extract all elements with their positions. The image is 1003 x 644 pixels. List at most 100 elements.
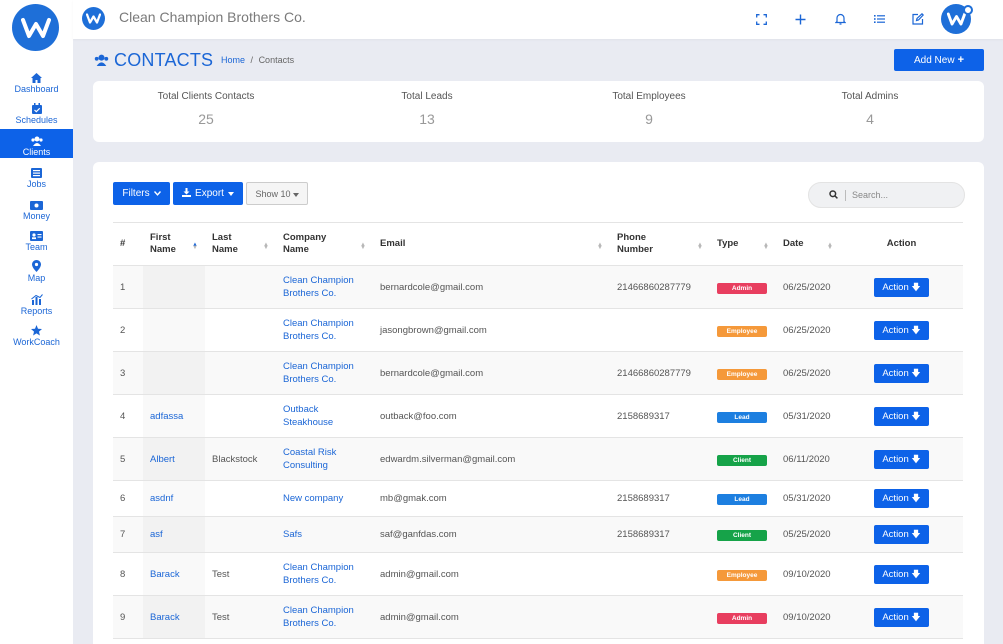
cell-first-name[interactable]: asdnf: [143, 480, 205, 517]
header-phone[interactable]: Phone Number ▲ ▼: [610, 222, 710, 266]
cell-first-name[interactable]: adfassa: [143, 394, 205, 438]
action-button[interactable]: Action 🡇: [874, 277, 929, 297]
table-row[interactable]: 2 Clean Champion Brothers Co. jasongbrown@…: [113, 308, 963, 352]
cell-first-name[interactable]: [143, 308, 205, 352]
sidebar-item-map[interactable]: Map: [0, 259, 73, 288]
sidebar-item-team[interactable]: Team: [0, 228, 73, 257]
cell-first-name[interactable]: Barack: [143, 595, 205, 639]
map-pin-icon: [32, 259, 41, 272]
action-button[interactable]: Action 🡇: [874, 489, 929, 508]
stat-label: Total Leads: [401, 91, 453, 102]
action-button[interactable]: Action 🡇: [874, 363, 929, 383]
type-badge: Employee: [717, 368, 767, 380]
sidebar-item-money[interactable]: Money: [0, 197, 73, 226]
sidebar-item-jobs[interactable]: Jobs: [0, 165, 73, 194]
stat-total-admins: Total Admins 4: [770, 91, 970, 127]
table-row[interactable]: 8 Barack Test Clean Champion Brothers Co. ad…: [113, 552, 963, 596]
cell-last-name: [205, 480, 276, 517]
cell-company-link[interactable]: Clean Champion Brothers Co.: [276, 595, 373, 639]
header-type[interactable]: Type ▲ ▼: [710, 222, 776, 266]
id-card-icon: [30, 228, 43, 241]
cell-date: 06/25/2020: [776, 351, 840, 395]
export-button[interactable]: Export: [173, 182, 243, 205]
cell-company-link[interactable]: Clean Champion Brothers Co.: [276, 265, 373, 309]
table-row[interactable]: 7 asf Safs saf@ganfdas.com 2158689317 Client 0…: [113, 516, 963, 553]
cell-phone: [610, 308, 710, 352]
header-company-name[interactable]: Company Name ▲ ▼: [276, 222, 373, 266]
cell-email: outback@foo.com: [373, 394, 610, 438]
cell-company-link[interactable]: Clean Champion Brothers Co.: [276, 552, 373, 596]
cell-first-name[interactable]: [143, 351, 205, 395]
plus-icon[interactable]: [793, 12, 807, 26]
sidebar-item-reports[interactable]: Reports: [0, 292, 73, 321]
cell-company-link[interactable]: Outback Steakhouse: [276, 394, 373, 438]
add-new-button[interactable]: Add New +: [894, 49, 984, 71]
cell-phone: [610, 552, 710, 596]
contacts-table: # First Name ▲ ▼ Last Name ▲ ▼ Company Name ▲…: [113, 222, 963, 639]
cell-company-link[interactable]: Coastal Risk Consulting: [276, 437, 373, 481]
arrow-down-icon: 🡇: [911, 281, 921, 292]
cell-num: 5: [113, 437, 143, 481]
type-badge: Lead: [717, 411, 767, 423]
user-avatar[interactable]: [941, 4, 973, 34]
sidebar-item-schedules[interactable]: Schedules: [0, 101, 73, 130]
topbar: Clean Champion Brothers Co.: [73, 0, 1003, 39]
cell-first-name[interactable]: asf: [143, 516, 205, 553]
fullscreen-icon[interactable]: [754, 12, 768, 26]
cell-email: bernardcole@gmail.com: [373, 265, 610, 309]
cell-email: edwardm.silverman@gmail.com: [373, 437, 610, 481]
cell-first-name[interactable]: Albert: [143, 437, 205, 481]
table-row[interactable]: 3 Clean Champion Brothers Co. bernardcole@…: [113, 351, 963, 395]
table-row[interactable]: 5 Albert Blackstock Coastal Risk Consulting…: [113, 437, 963, 481]
cell-company-link[interactable]: Clean Champion Brothers Co.: [276, 308, 373, 352]
cell-email: admin@gmail.com: [373, 552, 610, 596]
arrow-down-icon: 🡇: [911, 493, 921, 503]
company-logo[interactable]: [82, 7, 105, 30]
action-button[interactable]: Action 🡇: [874, 607, 929, 627]
table-row[interactable]: 1 Clean Champion Brothers Co. bernardcole@…: [113, 265, 963, 309]
header-last-name[interactable]: Last Name ▲ ▼: [205, 222, 276, 266]
contacts-icon: [94, 53, 109, 71]
action-button[interactable]: Action 🡇: [874, 564, 929, 584]
cell-company-link[interactable]: New company: [276, 480, 373, 517]
arrow-down-icon: 🡇: [911, 453, 921, 464]
edit-icon[interactable]: [911, 12, 925, 26]
cell-first-name[interactable]: Barack: [143, 552, 205, 596]
stats-card: Total Clients Contacts 25 Total Leads 13…: [93, 81, 984, 142]
bell-icon[interactable]: [833, 12, 847, 26]
stat-value: 4: [866, 111, 874, 127]
search-input[interactable]: Search...: [852, 190, 888, 200]
sidebar-item-label: Schedules: [15, 115, 58, 125]
list-icon[interactable]: [872, 12, 886, 26]
show-entries-select[interactable]: Show 10: [246, 182, 308, 205]
header-first-name[interactable]: First Name ▲ ▼: [143, 222, 205, 266]
header-date[interactable]: Date ▲ ▼: [776, 222, 840, 266]
breadcrumb-current: Contacts: [258, 55, 295, 65]
action-button[interactable]: Action 🡇: [874, 320, 929, 340]
cell-email: mb@gmak.com: [373, 480, 610, 517]
calendar-icon: [31, 101, 42, 114]
table-row[interactable]: 4 adfassa Outback Steakhouse outback@foo.co…: [113, 394, 963, 438]
cell-company-link[interactable]: Clean Champion Brothers Co.: [276, 351, 373, 395]
stat-total-employees: Total Employees 9: [549, 91, 749, 127]
cell-company-link[interactable]: Safs: [276, 516, 373, 553]
cell-first-name[interactable]: [143, 265, 205, 309]
search-box[interactable]: Search...: [808, 182, 965, 208]
cell-phone: 21466860287779: [610, 351, 710, 395]
cell-type: Lead: [710, 480, 776, 517]
sidebar-item-clients[interactable]: Clients: [0, 129, 73, 158]
header-email[interactable]: Email ▲ ▼: [373, 222, 610, 266]
sidebar-item-dashboard[interactable]: Dashboard: [0, 70, 73, 99]
filters-button[interactable]: Filters: [113, 182, 170, 205]
company-name: Clean Champion Brothers Co.: [119, 9, 306, 25]
table-row[interactable]: 6 asdnf New company mb@gmak.com 2158689317 Le…: [113, 480, 963, 517]
action-button[interactable]: Action 🡇: [874, 449, 929, 469]
app-logo[interactable]: [12, 4, 59, 51]
action-button[interactable]: Action 🡇: [874, 525, 929, 544]
breadcrumb-home[interactable]: Home: [221, 55, 245, 65]
sidebar-item-workcoach[interactable]: WorkCoach: [0, 323, 73, 352]
sidebar-item-label: Dashboard: [14, 84, 59, 94]
search-divider: [845, 189, 846, 201]
action-button[interactable]: Action 🡇: [874, 406, 929, 426]
table-row[interactable]: 9 Barack Test Clean Champion Brothers Co. ad…: [113, 595, 963, 639]
